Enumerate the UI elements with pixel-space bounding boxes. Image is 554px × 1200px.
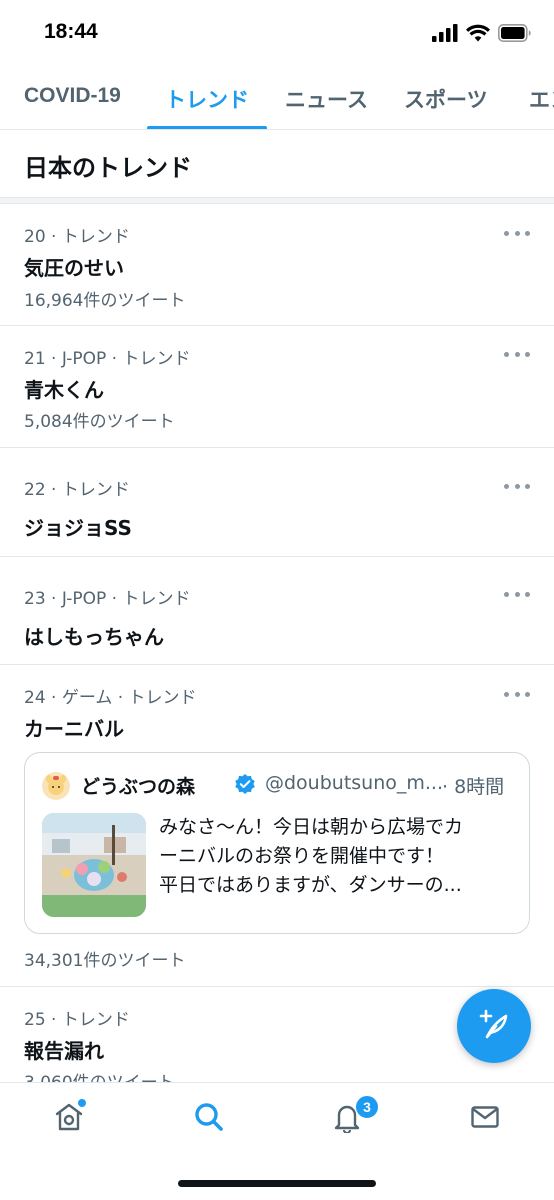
trend-meta: 21 · J-POP · トレンド bbox=[24, 349, 191, 369]
trend-meta: 23 · J-POP · トレンド bbox=[24, 589, 191, 609]
battery-icon bbox=[498, 24, 532, 46]
more-options-icon[interactable] bbox=[504, 687, 530, 701]
more-options-icon[interactable] bbox=[504, 347, 530, 361]
trend-name: 報告漏れ bbox=[24, 1039, 104, 1063]
trend-name: 気圧のせい bbox=[24, 256, 124, 280]
section-title: 日本のトレンド bbox=[24, 154, 192, 182]
nav-home[interactable] bbox=[49, 1099, 89, 1137]
tab-covid-19[interactable]: COVID-19 bbox=[24, 84, 121, 108]
tweet-thumbnail-image bbox=[42, 813, 146, 917]
trend-meta: 20 · トレンド bbox=[24, 227, 130, 247]
more-options-icon[interactable] bbox=[504, 587, 530, 601]
trend-item[interactable]: 24 · ゲーム · トレンド カーニバル どうぶつの森 @doubutsuno… bbox=[0, 665, 554, 987]
tweet-text-line: みなさ〜ん！今日は朝から広場でカ bbox=[159, 816, 464, 838]
more-options-icon[interactable] bbox=[504, 479, 530, 493]
compose-tweet-button[interactable] bbox=[457, 989, 531, 1063]
mail-icon bbox=[469, 1101, 501, 1137]
embedded-tweet-card[interactable]: どうぶつの森 @doubutsuno_m... · 8時間 みなさ〜ん！今日は朝… bbox=[24, 752, 530, 934]
trend-meta: 25 · トレンド bbox=[24, 1010, 130, 1030]
trend-name: カーニバル bbox=[24, 717, 124, 741]
avatar bbox=[42, 772, 70, 800]
status-icons bbox=[432, 24, 532, 46]
compose-feather-icon bbox=[474, 1004, 514, 1048]
cellular-signal-icon bbox=[432, 24, 458, 46]
tweet-text-line: ーニバルのお祭りを開催中です！ bbox=[159, 845, 445, 867]
trend-tweet-count: 16,964件のツイート bbox=[24, 291, 186, 311]
trend-tweet-count: 5,084件のツイート bbox=[24, 412, 175, 432]
trend-name: 青木くん bbox=[24, 378, 104, 402]
search-icon bbox=[193, 1101, 225, 1137]
explore-tabs: COVID-19 トレンド ニュース スポーツ エン bbox=[0, 70, 554, 130]
tab-trends[interactable]: トレンド bbox=[165, 84, 249, 114]
trend-name: はしもっちゃん bbox=[24, 625, 164, 649]
trend-item[interactable]: 20 · トレンド 気圧のせい 16,964件のツイート bbox=[0, 205, 554, 326]
section-header: 日本のトレンド bbox=[0, 130, 554, 198]
tweet-timestamp: · 8時間 bbox=[442, 776, 505, 798]
trend-item[interactable]: 21 · J-POP · トレンド 青木くん 5,084件のツイート bbox=[0, 326, 554, 448]
home-indicator bbox=[178, 1180, 376, 1187]
notification-badge: 3 bbox=[355, 1095, 379, 1119]
wifi-icon bbox=[466, 24, 490, 46]
tab-entertainment[interactable]: エン bbox=[529, 84, 554, 114]
section-divider bbox=[0, 198, 554, 204]
trend-item[interactable]: 22 · トレンド ジョジョSS bbox=[0, 448, 554, 557]
trend-tweet-count: 34,301件のツイート bbox=[24, 951, 186, 971]
status-bar: 18:44 bbox=[0, 0, 554, 70]
tweet-author-name: どうぶつの森 bbox=[81, 776, 196, 798]
nav-messages[interactable] bbox=[465, 1101, 505, 1137]
tweet-text: みなさ〜ん！今日は朝から広場でカ ーニバルのお祭りを開催中です！ 平日ではありま… bbox=[159, 813, 519, 900]
tweet-author-handle: @doubutsuno_m... bbox=[265, 772, 444, 794]
new-content-dot bbox=[78, 1099, 86, 1107]
more-options-icon[interactable] bbox=[504, 226, 530, 240]
tab-sports[interactable]: スポーツ bbox=[404, 84, 488, 114]
nav-explore[interactable] bbox=[189, 1101, 229, 1137]
verified-badge-icon bbox=[234, 773, 256, 799]
tweet-text-line: 平日ではありますが、ダンサーの... bbox=[159, 874, 462, 896]
trend-meta: 24 · ゲーム · トレンド bbox=[24, 688, 197, 708]
tab-news[interactable]: ニュース bbox=[285, 84, 368, 114]
nav-notifications[interactable]: 3 bbox=[327, 1095, 379, 1137]
trend-meta: 22 · トレンド bbox=[24, 480, 130, 500]
status-time: 18:44 bbox=[44, 20, 98, 43]
trend-item[interactable]: 23 · J-POP · トレンド はしもっちゃん bbox=[0, 557, 554, 665]
trend-name: ジョジョSS bbox=[24, 516, 132, 540]
